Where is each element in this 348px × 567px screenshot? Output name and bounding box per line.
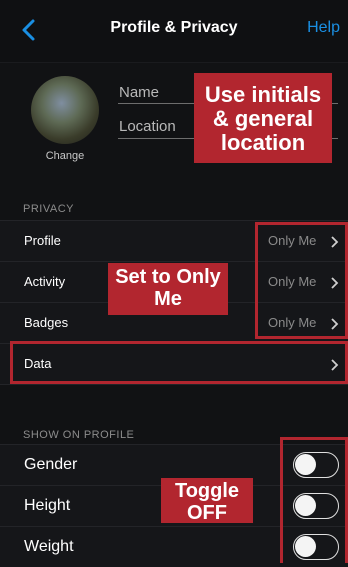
only-me-callout: Set to Only Me (108, 263, 228, 315)
toggle-label: Height (24, 497, 71, 514)
page-title: Profile & Privacy (110, 19, 238, 36)
change-photo-link[interactable]: Change (34, 150, 96, 162)
toggle-off-callout: Toggle OFF (161, 478, 253, 524)
show-on-profile-section-label: SHOW ON PROFILE (23, 429, 135, 441)
row-label: Activity (24, 274, 66, 289)
row-label: Profile (24, 233, 61, 248)
toggle-label: Weight (24, 538, 74, 555)
location-field[interactable]: Location (119, 118, 176, 135)
data-row-highlight (10, 341, 348, 384)
toggles-highlight (280, 437, 348, 563)
only-me-highlight (255, 222, 348, 339)
help-link[interactable]: Help (307, 19, 340, 37)
initials-callout: Use initials & general location (194, 73, 332, 163)
avatar[interactable] (31, 76, 99, 144)
toggle-label: Gender (24, 456, 78, 473)
name-field[interactable]: Name (119, 84, 159, 101)
privacy-section-label: PRIVACY (23, 203, 74, 215)
row-label: Badges (24, 315, 69, 330)
